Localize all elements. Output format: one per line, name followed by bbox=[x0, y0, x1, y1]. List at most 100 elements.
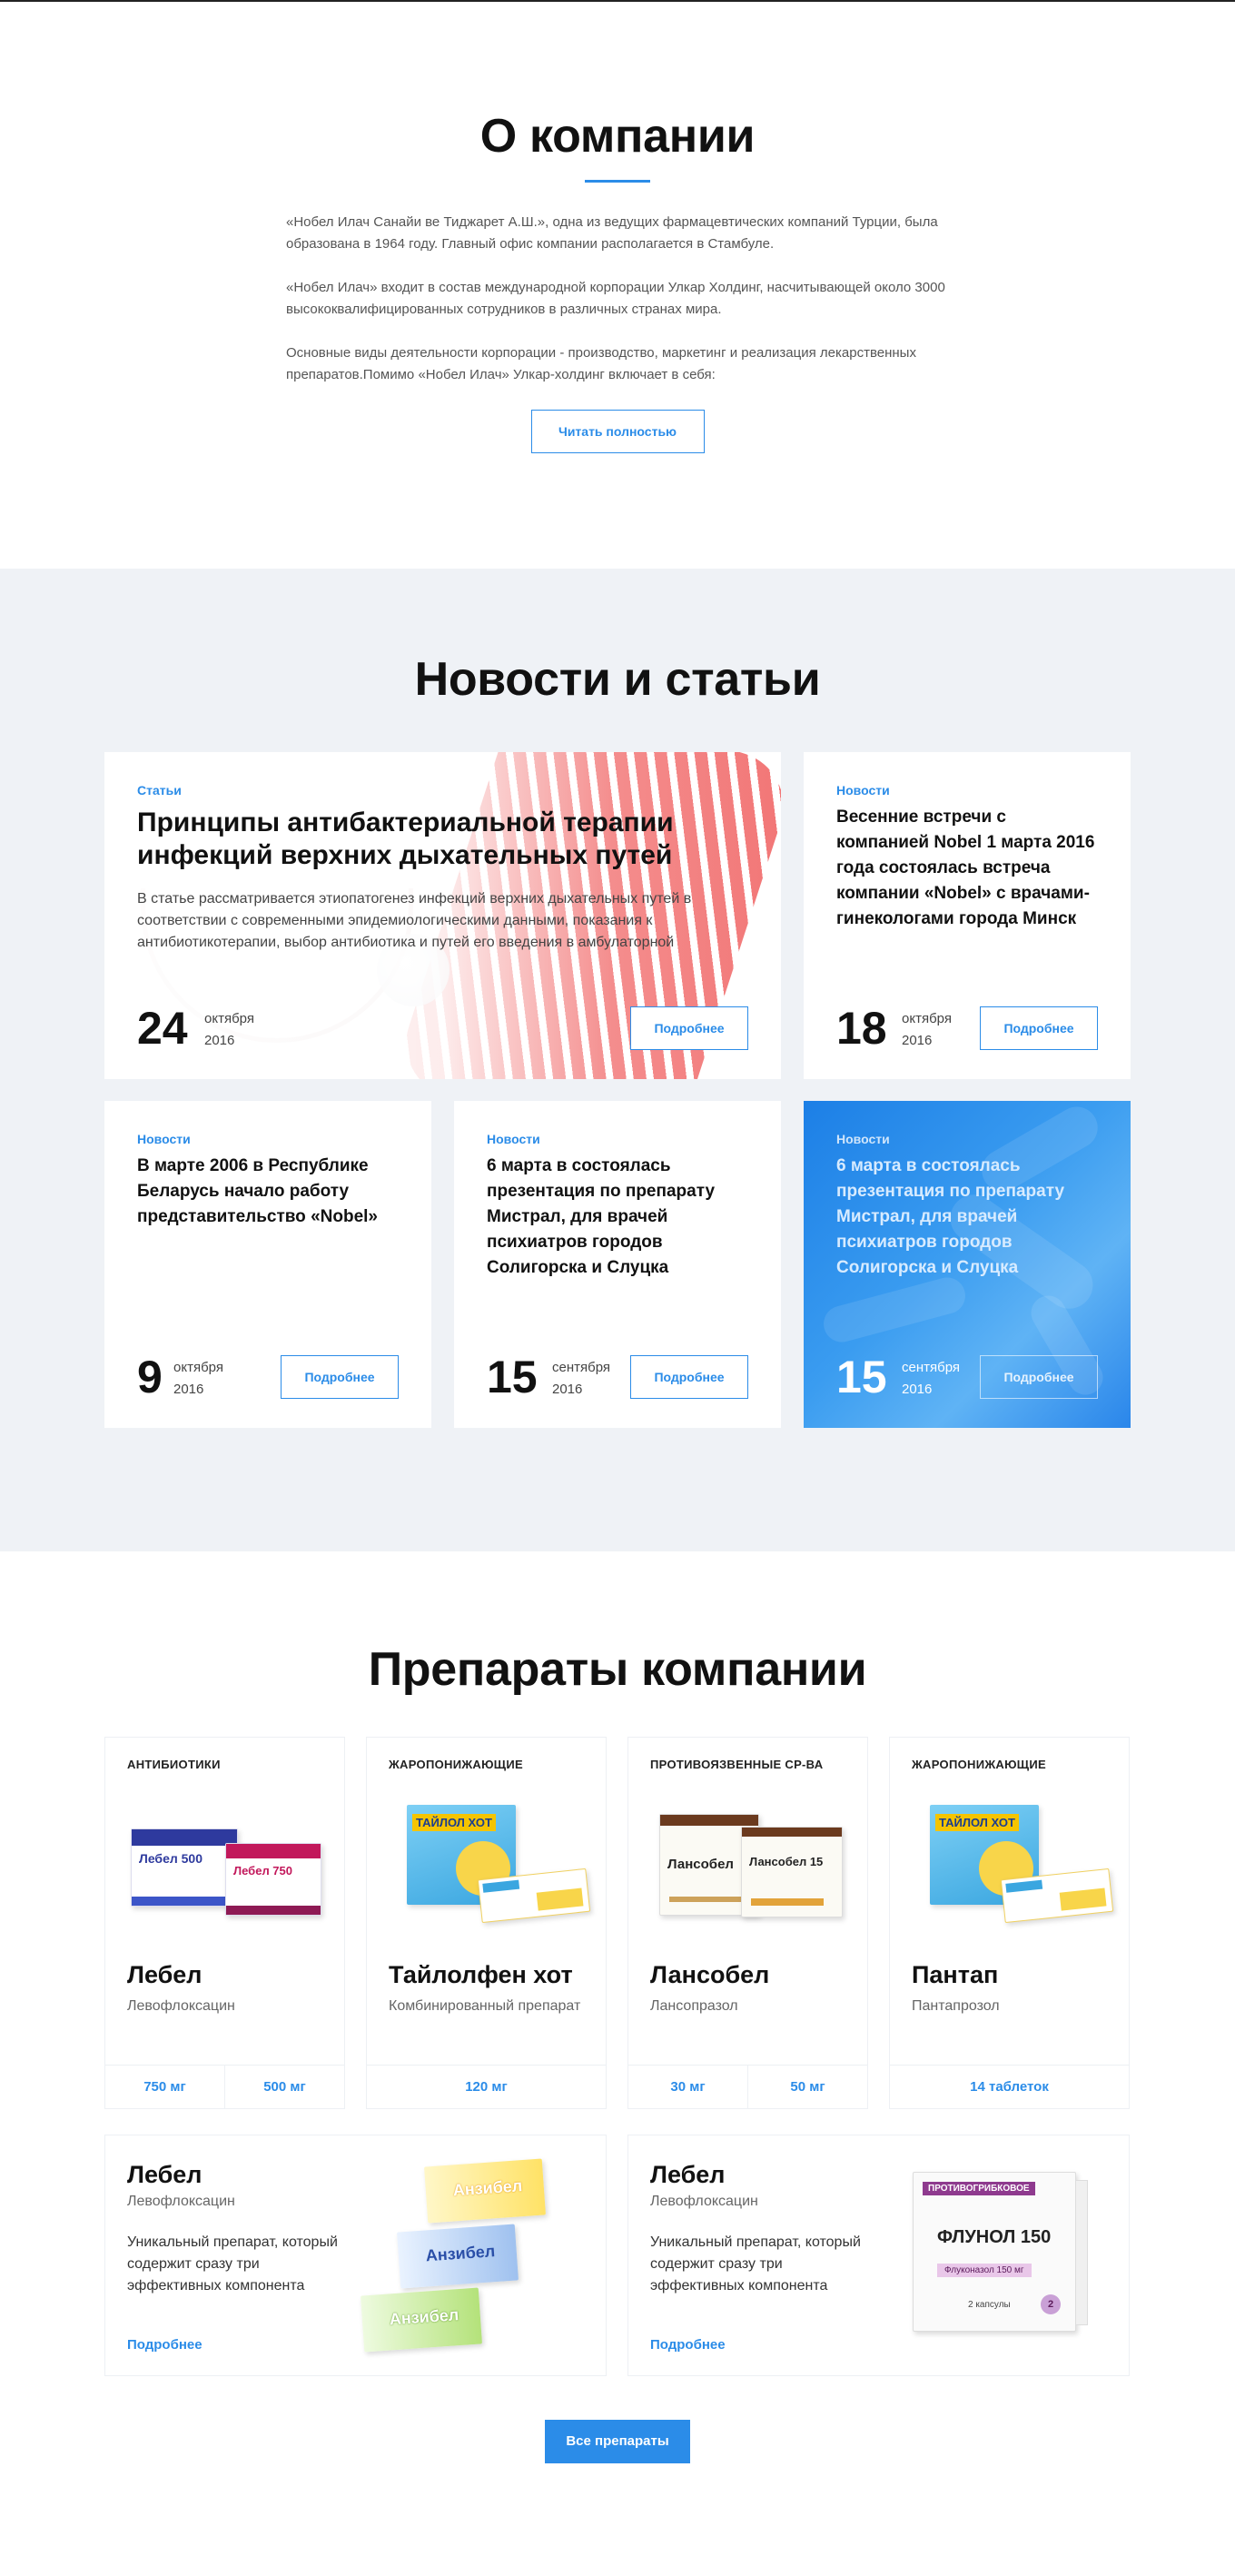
news-day: 15 bbox=[836, 1352, 887, 1402]
product-card[interactable]: АНТИБИОТИКИ Лебел 500 Лебел 750 Лебел Ле… bbox=[104, 1737, 345, 2109]
news-section: Новости и статьи Статьи Принципы антибак… bbox=[0, 569, 1235, 1551]
news-title-link[interactable]: 6 марта в состоялась презентация по преп… bbox=[836, 1154, 1098, 1281]
news-footer: 24 октября 2016 Подробнее bbox=[137, 1003, 748, 1054]
product-more-link[interactable]: Подробнее bbox=[127, 2337, 203, 2353]
title-underline bbox=[585, 180, 650, 183]
product-card[interactable]: ЖАРОПОНИЖАЮЩИЕ ТАЙЛОЛ ХОТ Тайлолфен хот … bbox=[366, 1737, 607, 2109]
product-category[interactable]: ЖАРОПОНИЖАЮЩИЕ bbox=[912, 1758, 1046, 1771]
product-substance: Левофлоксацин bbox=[127, 2194, 235, 2209]
product-name[interactable]: Лебел bbox=[650, 2161, 725, 2189]
product-doses: 30 мг 50 мг bbox=[628, 2065, 867, 2108]
news-day: 15 bbox=[487, 1352, 538, 1402]
box-label: Анзибел bbox=[425, 2242, 496, 2265]
product-name[interactable]: Лебел bbox=[127, 2161, 202, 2189]
news-more-button[interactable]: Подробнее bbox=[980, 1006, 1098, 1050]
about-paragraph: «Нобел Илач Санайи ве Тиджарет А.Ш.», од… bbox=[286, 214, 938, 252]
news-year: 2016 bbox=[204, 1033, 235, 1048]
box-label: ПРОТИВОГРИБКОВОЕ bbox=[923, 2182, 1035, 2195]
product-category[interactable]: АНТИБИОТИКИ bbox=[127, 1758, 221, 1771]
dose-option[interactable]: 500 мг bbox=[224, 2066, 344, 2108]
products-title: Препараты компании bbox=[368, 1643, 867, 1696]
dose-option[interactable]: 120 мг bbox=[367, 2066, 606, 2108]
product-description: Уникальный препарат, который содержит ср… bbox=[127, 2234, 338, 2294]
news-month: октября bbox=[204, 1011, 254, 1026]
news-category[interactable]: Статьи bbox=[137, 783, 748, 798]
news-footer: 18 октября 2016 Подробнее bbox=[836, 1003, 1098, 1054]
product-substance: Пантапрозол bbox=[912, 1998, 1000, 2014]
news-more-button[interactable]: Подробнее bbox=[281, 1355, 399, 1399]
product-name[interactable]: Лансобел bbox=[650, 1961, 769, 1989]
product-card-wide[interactable]: Лебел Левофлоксацин Уникальный препарат,… bbox=[104, 2135, 607, 2376]
about-section: О компании «Нобел Илач Санайи ве Тиджаре… bbox=[0, 2, 1235, 569]
news-day: 18 bbox=[836, 1003, 887, 1054]
dose-option[interactable]: 14 таблеток bbox=[890, 2066, 1129, 2108]
product-image: ТАЙЛОЛ ХОТ bbox=[389, 1794, 591, 1930]
product-card-wide[interactable]: Лебел Левофлоксацин Уникальный препарат,… bbox=[627, 2135, 1130, 2376]
dose-option[interactable]: 30 мг bbox=[628, 2066, 747, 2108]
box-label: 2 капсулы bbox=[968, 2300, 1011, 2310]
about-title: О компании bbox=[479, 110, 756, 163]
news-year: 2016 bbox=[902, 1382, 933, 1397]
news-category[interactable]: Новости bbox=[487, 1132, 748, 1146]
news-category[interactable]: Новости bbox=[836, 783, 1098, 798]
news-more-button[interactable]: Подробнее bbox=[630, 1355, 748, 1399]
product-name[interactable]: Лебел bbox=[127, 1961, 202, 1989]
news-year: 2016 bbox=[902, 1033, 933, 1048]
news-day: 24 bbox=[137, 1003, 188, 1054]
product-substance: Комбинированный препарат bbox=[389, 1998, 581, 2014]
box-label: Флуконазол 150 мг bbox=[937, 2264, 1032, 2277]
box-label: 2 bbox=[1041, 2294, 1061, 2314]
dose-option[interactable]: 50 мг bbox=[747, 2066, 867, 2108]
about-paragraph: Основные виды деятельности корпорации - … bbox=[286, 345, 916, 382]
news-month: сентября bbox=[552, 1360, 611, 1375]
news-category[interactable]: Новости bbox=[836, 1132, 1098, 1146]
products-wide-grid: Лебел Левофлоксацин Уникальный препарат,… bbox=[104, 2135, 1131, 2376]
news-card[interactable]: Новости В марте 2006 в Республике Белару… bbox=[104, 1101, 431, 1428]
product-substance: Лансопразол bbox=[650, 1998, 738, 2014]
product-more-link[interactable]: Подробнее bbox=[650, 2337, 726, 2353]
news-year: 2016 bbox=[173, 1382, 204, 1397]
news-description: В статье рассматривается этиопатогенез и… bbox=[137, 891, 692, 950]
product-name[interactable]: Тайлолфен хот bbox=[389, 1961, 573, 1989]
box-label: Лансобел bbox=[667, 1857, 734, 1872]
news-title-link[interactable]: 6 марта в состоялась презентация по преп… bbox=[487, 1154, 748, 1281]
products-grid: АНТИБИОТИКИ Лебел 500 Лебел 750 Лебел Ле… bbox=[104, 1737, 1131, 2135]
all-products-button[interactable]: Все препараты bbox=[545, 2420, 690, 2463]
about-paragraph: «Нобел Илач» входит в состав международн… bbox=[286, 280, 945, 317]
box-label: ТАЙЛОЛ ХОТ bbox=[412, 1814, 496, 1831]
product-card[interactable]: ПРОТИВОЯЗВЕННЫЕ СР-ВА Лансобел Лансобел … bbox=[627, 1737, 868, 2109]
news-month: октября bbox=[173, 1360, 223, 1375]
product-doses: 750 мг 500 мг bbox=[105, 2065, 344, 2108]
product-image: Лебел 500 Лебел 750 bbox=[127, 1794, 324, 1930]
news-card-highlighted[interactable]: Новости 6 марта в состоялась презентация… bbox=[804, 1101, 1131, 1428]
news-category[interactable]: Новости bbox=[137, 1132, 399, 1146]
box-label: Лансобел 15 bbox=[749, 1855, 824, 1868]
news-title-link[interactable]: Принципы антибактериальной терапии инфек… bbox=[137, 807, 718, 872]
product-category[interactable]: ПРОТИВОЯЗВЕННЫЕ СР-ВА bbox=[650, 1758, 823, 1771]
news-title: Новости и статьи bbox=[414, 653, 821, 706]
product-substance: Левофлоксацин bbox=[650, 2194, 758, 2209]
news-card[interactable]: Новости Весенние встречи с компанией Nob… bbox=[804, 752, 1131, 1079]
product-card[interactable]: ЖАРОПОНИЖАЮЩИЕ ТАЙЛОЛ ХОТ Пантап Пантапр… bbox=[889, 1737, 1130, 2109]
about-text: «Нобел Илач Санайи ве Тиджарет А.Ш.», од… bbox=[286, 212, 949, 386]
news-footer: 15 сентября 2016 Подробнее bbox=[836, 1352, 1098, 1402]
news-day: 9 bbox=[137, 1352, 163, 1402]
news-card-featured[interactable]: Статьи Принципы антибактериальной терапи… bbox=[104, 752, 781, 1079]
box-label: ТАЙЛОЛ ХОТ bbox=[935, 1814, 1019, 1831]
product-doses: 120 мг bbox=[367, 2065, 606, 2108]
dose-option[interactable]: 750 мг bbox=[105, 2066, 224, 2108]
news-month: октября bbox=[902, 1011, 952, 1026]
product-substance: Левофлоксацин bbox=[127, 1998, 235, 2014]
news-card[interactable]: Новости 6 марта в состоялась презентация… bbox=[454, 1101, 781, 1428]
news-footer: 9 октября 2016 Подробнее bbox=[137, 1352, 399, 1402]
read-full-button[interactable]: Читать полностью bbox=[530, 410, 705, 453]
news-title-link[interactable]: Весенние встречи с компанией Nobel 1 мар… bbox=[836, 805, 1098, 932]
news-more-button[interactable]: Подробнее bbox=[980, 1355, 1098, 1399]
product-name[interactable]: Пантап bbox=[912, 1961, 998, 1989]
product-image: ПРОТИВОГРИБКОВОЕ ФЛУНОЛ 150 Флуконазол 1… bbox=[885, 2155, 1094, 2357]
product-doses: 14 таблеток bbox=[890, 2065, 1129, 2108]
news-more-button[interactable]: Подробнее bbox=[630, 1006, 748, 1050]
product-category[interactable]: ЖАРОПОНИЖАЮЩИЕ bbox=[389, 1758, 523, 1771]
box-label: Лебел 750 bbox=[233, 1864, 292, 1878]
news-title-link[interactable]: В марте 2006 в Республике Беларусь начал… bbox=[137, 1154, 399, 1230]
